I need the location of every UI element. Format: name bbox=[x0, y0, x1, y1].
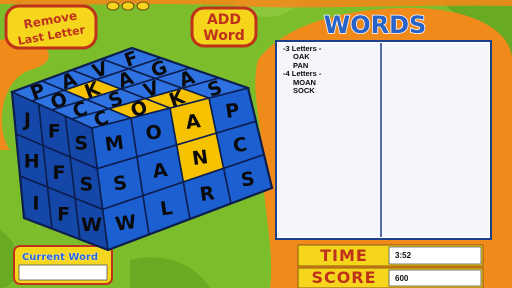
words-title: WORDS bbox=[324, 11, 427, 39]
current-word-field bbox=[18, 264, 108, 281]
tile-letter: F bbox=[48, 121, 61, 143]
tile-letter: N bbox=[191, 146, 210, 170]
remove-last-letter-button[interactable]: Remove Last Letter bbox=[4, 4, 98, 50]
tile-letter: M bbox=[104, 132, 126, 156]
score-label: SCORE bbox=[311, 268, 377, 287]
tile-letter: O bbox=[144, 121, 163, 145]
tile-letter: H bbox=[24, 151, 40, 173]
words-list: -3 Letters - OAK PAN -4 Letters - MOAN SOCK bbox=[283, 44, 378, 96]
tile-letter: W bbox=[81, 214, 102, 236]
time-label: TIME bbox=[320, 246, 368, 265]
game-board: Remove Last Letter ADD Word WORDS Curren… bbox=[0, 0, 512, 288]
current-word-box: Current Word bbox=[13, 245, 113, 285]
current-word-label: Current Word bbox=[22, 252, 98, 263]
add-word-button[interactable]: ADD Word bbox=[190, 6, 258, 48]
add-label-2: Word bbox=[203, 28, 245, 44]
add-label-1: ADD bbox=[207, 12, 241, 28]
tile-letter: I bbox=[32, 192, 39, 214]
tile-letter: S bbox=[74, 132, 88, 154]
found-word: SOCK bbox=[293, 86, 315, 96]
game-stage: Remove Last Letter ADD Word WORDS Curren… bbox=[0, 0, 512, 288]
time-value: 3:52 bbox=[395, 251, 412, 260]
tile-letter: J bbox=[22, 109, 31, 131]
bubble-dots bbox=[106, 1, 150, 11]
words-column-right bbox=[382, 43, 489, 237]
score-value: 600 bbox=[395, 274, 409, 283]
tile-letter: F bbox=[53, 162, 66, 184]
tile-letter: W bbox=[114, 211, 138, 236]
tile-letter: F bbox=[57, 203, 70, 225]
tile-letter: S bbox=[79, 173, 93, 195]
